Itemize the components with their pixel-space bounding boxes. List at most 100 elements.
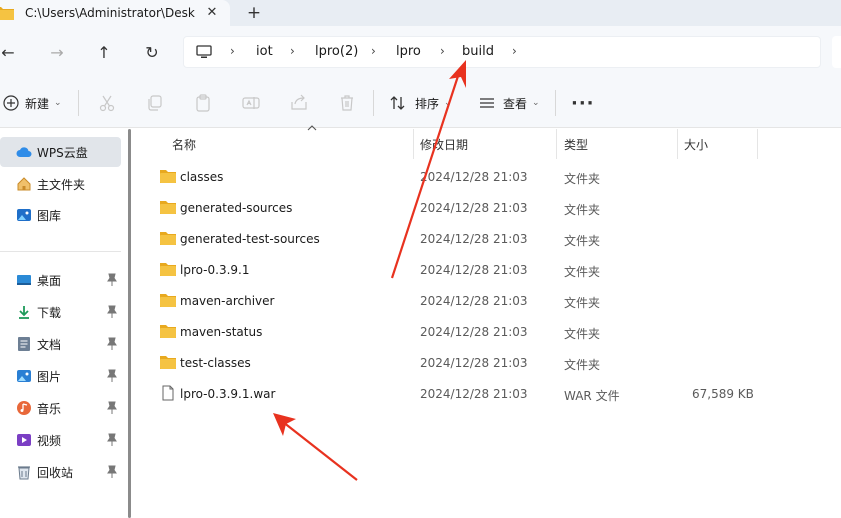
file-type: 文件夹 xyxy=(564,265,601,279)
sidebar-item-gallery[interactable]: 图库 xyxy=(0,200,121,230)
breadcrumb-separator: › xyxy=(230,44,235,58)
sidebar-item-desktop[interactable]: 桌面 xyxy=(0,265,121,295)
column-header-modified[interactable]: 修改日期 xyxy=(412,129,557,159)
table-row[interactable]: test-classes 2024/12/28 21:03 文件夹 xyxy=(158,348,841,379)
document-icon xyxy=(16,336,32,352)
file-name: generated-sources xyxy=(180,201,293,215)
file-name: lpro-0.3.9.1 xyxy=(180,263,250,277)
desktop-icon xyxy=(16,272,32,288)
pin-icon[interactable] xyxy=(106,337,118,351)
video-icon xyxy=(16,432,32,448)
table-row[interactable]: lpro-0.3.9.1 2024/12/28 21:03 文件夹 xyxy=(158,255,841,286)
pin-icon[interactable] xyxy=(106,369,118,383)
file-modified: 2024/12/28 21:03 xyxy=(420,201,528,215)
window-tab[interactable]: C:\Users\Administrator\Desktop ✕ xyxy=(0,0,230,26)
close-icon[interactable]: ✕ xyxy=(204,5,220,21)
chevron-down-icon: ⌄ xyxy=(444,98,452,108)
file-modified: 2024/12/28 21:03 xyxy=(420,263,528,277)
sidebar-item-videos[interactable]: 视频 xyxy=(0,425,121,455)
table-row[interactable]: maven-archiver 2024/12/28 21:03 文件夹 xyxy=(158,286,841,317)
column-header-label: 类型 xyxy=(564,137,589,152)
file-type: 文件夹 xyxy=(564,172,601,186)
toolbar-divider xyxy=(373,90,374,116)
sidebar-item-pictures[interactable]: 图片 xyxy=(0,361,121,391)
new-button[interactable]: 新建 ⌄ xyxy=(3,94,62,112)
sidebar-item-wps-cloud[interactable]: WPS云盘 xyxy=(0,137,121,167)
back-arrow-icon[interactable]: ← xyxy=(0,42,19,64)
breadcrumb-separator: › xyxy=(371,44,376,58)
sidebar-item-label: WPS云盘 xyxy=(37,145,88,160)
breadcrumb-build[interactable]: build xyxy=(462,44,494,59)
file-modified: 2024/12/28 21:03 xyxy=(420,325,528,339)
file-name: maven-status xyxy=(180,325,263,339)
sidebar-item-label: 图片 xyxy=(37,369,62,384)
folder-icon xyxy=(160,294,176,307)
pin-icon[interactable] xyxy=(106,401,118,415)
new-tab-button[interactable]: + xyxy=(245,4,263,22)
column-header-size[interactable]: 大小 xyxy=(676,129,758,159)
file-icon xyxy=(162,385,174,401)
paste-icon[interactable] xyxy=(193,93,213,113)
share-icon[interactable] xyxy=(289,93,309,113)
sort-button[interactable]: 排序 ⌄ xyxy=(389,94,452,112)
column-header-type[interactable]: 类型 xyxy=(556,129,678,159)
view-button[interactable]: 查看 ⌄ xyxy=(479,94,540,112)
folder-icon xyxy=(160,232,176,245)
more-options-icon[interactable]: ··· xyxy=(571,93,595,114)
sidebar-item-music[interactable]: 音乐 xyxy=(0,393,121,423)
forward-arrow-icon[interactable]: → xyxy=(46,42,68,64)
sidebar-item-recycle-bin[interactable]: 回收站 xyxy=(0,457,121,487)
sidebar-item-label: 音乐 xyxy=(37,401,62,416)
file-name: generated-test-sources xyxy=(180,232,320,246)
sidebar-item-documents[interactable]: 文档 xyxy=(0,329,121,359)
pin-icon[interactable] xyxy=(106,465,118,479)
folder-icon xyxy=(160,325,176,338)
sidebar-item-label: 视频 xyxy=(37,433,62,448)
table-row[interactable]: maven-status 2024/12/28 21:03 文件夹 xyxy=(158,317,841,348)
refresh-icon[interactable]: ↻ xyxy=(141,42,163,64)
up-arrow-icon[interactable]: ↑ xyxy=(93,42,115,64)
sidebar-item-label: 主文件夹 xyxy=(37,177,86,192)
rename-icon[interactable] xyxy=(241,93,261,113)
view-button-label: 查看 xyxy=(503,96,528,111)
copy-icon[interactable] xyxy=(145,93,165,113)
file-modified: 2024/12/28 21:03 xyxy=(420,294,528,308)
column-header-label: 名称 xyxy=(172,137,197,152)
cloud-icon xyxy=(16,144,32,160)
sidebar-item-label: 文档 xyxy=(37,337,62,352)
pin-icon[interactable] xyxy=(106,273,118,287)
file-type: WAR 文件 xyxy=(564,389,620,403)
delete-icon[interactable] xyxy=(337,93,357,113)
sidebar-divider xyxy=(0,251,121,252)
pin-icon[interactable] xyxy=(106,305,118,319)
address-bar[interactable]: › iot › lpro(2) › lpro › build › xyxy=(183,36,821,68)
breadcrumb-iot[interactable]: iot xyxy=(256,44,273,59)
column-header-label: 修改日期 xyxy=(420,137,469,152)
table-row[interactable]: lpro-0.3.9.1.war 2024/12/28 21:03 WAR 文件… xyxy=(158,379,841,410)
tab-title: C:\Users\Administrator\Desktop xyxy=(25,6,195,20)
breadcrumb-separator[interactable]: › xyxy=(512,44,517,58)
column-header-name[interactable]: 名称 xyxy=(164,125,414,159)
plus-circle-icon xyxy=(3,95,19,111)
file-modified: 2024/12/28 21:03 xyxy=(420,170,528,184)
sidebar-scrollbar[interactable] xyxy=(128,129,131,518)
search-box[interactable] xyxy=(832,36,841,68)
cut-icon[interactable] xyxy=(97,93,117,113)
sort-ascending-icon xyxy=(307,125,317,131)
view-list-icon xyxy=(480,98,494,108)
sidebar-item-downloads[interactable]: 下载 xyxy=(0,297,121,327)
recycle-bin-icon xyxy=(16,464,32,480)
sort-button-label: 排序 xyxy=(415,96,440,111)
breadcrumb-lpro[interactable]: lpro xyxy=(396,44,421,59)
file-name: maven-archiver xyxy=(180,294,275,308)
toolbar-divider xyxy=(555,90,556,116)
table-row[interactable]: generated-sources 2024/12/28 21:03 文件夹 xyxy=(158,193,841,224)
gallery-icon xyxy=(16,207,32,223)
pin-icon[interactable] xyxy=(106,433,118,447)
file-type: 文件夹 xyxy=(564,296,601,310)
table-row[interactable]: generated-test-sources 2024/12/28 21:03 … xyxy=(158,224,841,255)
breadcrumb-lpro2[interactable]: lpro(2) xyxy=(315,44,358,59)
folder-icon xyxy=(0,7,14,20)
table-row[interactable]: classes 2024/12/28 21:03 文件夹 xyxy=(158,162,841,193)
sidebar-item-home[interactable]: 主文件夹 xyxy=(0,169,121,199)
